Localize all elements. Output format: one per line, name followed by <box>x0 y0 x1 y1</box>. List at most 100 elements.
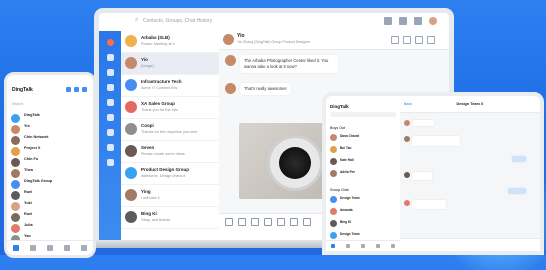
tablet-tab-bar <box>326 240 400 251</box>
tab-work-icon[interactable] <box>360 244 365 248</box>
conversation-name: Design Team <box>340 196 360 200</box>
conversation-name: Yio <box>141 57 148 62</box>
conversation-preview: Acme IT Connect this <box>141 86 178 90</box>
conversation-item[interactable]: Seven Please create some ideas <box>121 141 219 163</box>
conversation-name: Adela Fee <box>340 170 356 174</box>
image-icon[interactable] <box>277 218 285 226</box>
sender-avatar <box>225 83 236 94</box>
phone-screen: DingTalk Search DingTalk Yio Chin Network P… <box>4 72 96 258</box>
contacts-icon[interactable] <box>74 87 79 92</box>
conversation-list: Arbaba (SLB) Pesan: Meeting at 3 Yio [Image… <box>121 31 220 240</box>
contact-avatar <box>125 167 137 179</box>
conversation-item[interactable]: Kate Hall <box>330 158 397 167</box>
conversation-item[interactable]: Design Team <box>330 196 397 205</box>
conversation-name: Julia <box>24 223 33 227</box>
conversation-preview: Okay, and thanks <box>141 218 171 222</box>
laptop-top-bar: ⌕ Contacts, Groups, Chat History <box>99 13 449 32</box>
add-icon[interactable] <box>66 87 71 92</box>
grid-icon[interactable] <box>399 17 407 25</box>
chat-title: Yio <box>237 33 245 39</box>
file-icon[interactable] <box>264 218 272 226</box>
conversation-item[interactable]: Bing Ki <box>330 220 397 229</box>
calendar-icon[interactable] <box>106 84 114 91</box>
messages-icon[interactable] <box>106 54 114 61</box>
pin-icon[interactable] <box>391 36 399 44</box>
emoji-icon[interactable] <box>225 218 233 226</box>
search-icon[interactable]: ⌕ <box>135 17 138 24</box>
folder-icon[interactable] <box>290 218 298 226</box>
conversation-item[interactable]: Bui Tan <box>330 146 397 155</box>
conversation-item[interactable]: Amanda <box>330 208 397 217</box>
tablet-conversation-list: DingTalk Buys Out Group Chat Dana Chanel… <box>326 96 401 251</box>
conversation-name: DingTalk <box>24 113 40 117</box>
conversation-item[interactable]: Adela Fee <box>330 170 397 179</box>
apps-icon[interactable] <box>414 17 422 25</box>
more-icon[interactable] <box>106 159 114 166</box>
conversation-item[interactable]: Yio [Image] <box>121 53 219 75</box>
conversation-name: Amanda <box>340 208 353 212</box>
contacts-icon[interactable] <box>106 114 114 121</box>
contact-avatar <box>125 101 137 113</box>
ding-icon[interactable] <box>106 69 114 76</box>
chat-avatar <box>223 34 234 45</box>
profile-icon[interactable] <box>106 39 114 46</box>
conversation-name: Infrastructure Tech <box>141 79 182 84</box>
contact-avatar <box>125 145 137 157</box>
conversation-name: Seven <box>141 145 155 150</box>
conversation-name: Yio <box>24 124 30 128</box>
conversation-item[interactable]: Infrastructure Tech Acme IT Connect this <box>121 75 219 97</box>
message-bubble <box>412 172 432 180</box>
video-icon[interactable] <box>415 36 423 44</box>
settings-icon[interactable] <box>427 36 435 44</box>
search-input[interactable]: Contacts, Groups, Chat History <box>143 18 212 24</box>
tablet-search-input[interactable] <box>330 112 396 117</box>
contact-avatar <box>11 191 20 200</box>
own-message-bubble <box>512 156 526 162</box>
sender-avatar <box>404 120 410 126</box>
conversation-name: Coopi <box>141 123 154 128</box>
conversation-item[interactable]: Arbaba (SLB) Pesan: Meeting at 3 <box>121 31 219 53</box>
contact-avatar <box>330 134 337 141</box>
tab-me-icon[interactable] <box>81 245 88 251</box>
chat-subtitle: Yio Zhang (DingTalk) Group Product Desig… <box>237 40 311 44</box>
message: That's really awesome! <box>225 83 291 95</box>
notification-icon[interactable] <box>384 17 392 25</box>
tab-me-icon[interactable] <box>390 244 395 248</box>
tablet-message-input[interactable] <box>400 238 540 251</box>
conversation-item[interactable]: Ying I will take it <box>121 185 219 207</box>
contact-avatar <box>330 196 337 203</box>
tab-contacts-icon[interactable] <box>64 245 71 251</box>
tab-work-icon[interactable] <box>46 245 53 251</box>
conversation-name: Dana Chanel <box>340 134 360 138</box>
work-icon[interactable] <box>106 99 114 106</box>
conversation-name: DingTalk Group <box>24 179 53 183</box>
conversation-name: Ying <box>141 189 151 194</box>
tab-contacts-icon[interactable] <box>375 244 380 248</box>
cloud-icon[interactable] <box>106 144 114 151</box>
tab-messages-icon[interactable] <box>331 244 336 248</box>
phone-search[interactable]: Search <box>12 102 23 106</box>
contact-avatar <box>125 79 137 91</box>
tab-ding-icon[interactable] <box>29 245 36 251</box>
mention-icon[interactable] <box>238 218 246 226</box>
conversation-item[interactable]: XA Sales Group Thank you for the info <box>121 97 219 119</box>
screenshot-icon[interactable] <box>251 218 259 226</box>
conversation-item[interactable]: Bing Ki Okay, and thanks <box>121 207 219 229</box>
conversation-name: Chin Fu <box>24 157 39 161</box>
more-tools-icon[interactable] <box>303 218 311 226</box>
plus-icon[interactable] <box>82 87 87 92</box>
conversation-item[interactable]: Product Design Group Awesome, Design chec… <box>121 163 219 185</box>
message-bubble <box>412 136 460 146</box>
tablet-chat-title: Design Team X <box>456 102 484 106</box>
phone-icon[interactable] <box>106 129 114 136</box>
call-icon[interactable] <box>403 36 411 44</box>
contact-avatar <box>11 202 20 211</box>
user-avatar[interactable] <box>429 17 437 25</box>
tab-messages-icon[interactable] <box>12 245 19 251</box>
app-rail <box>99 31 121 240</box>
conversation-item[interactable]: Dana Chanel <box>330 134 397 143</box>
conversation-preview: I will take it <box>141 196 160 200</box>
conversation-item[interactable]: Coopi Thanks for the response you sent <box>121 119 219 141</box>
contact-avatar <box>11 158 20 167</box>
tab-ding-icon[interactable] <box>346 244 351 248</box>
